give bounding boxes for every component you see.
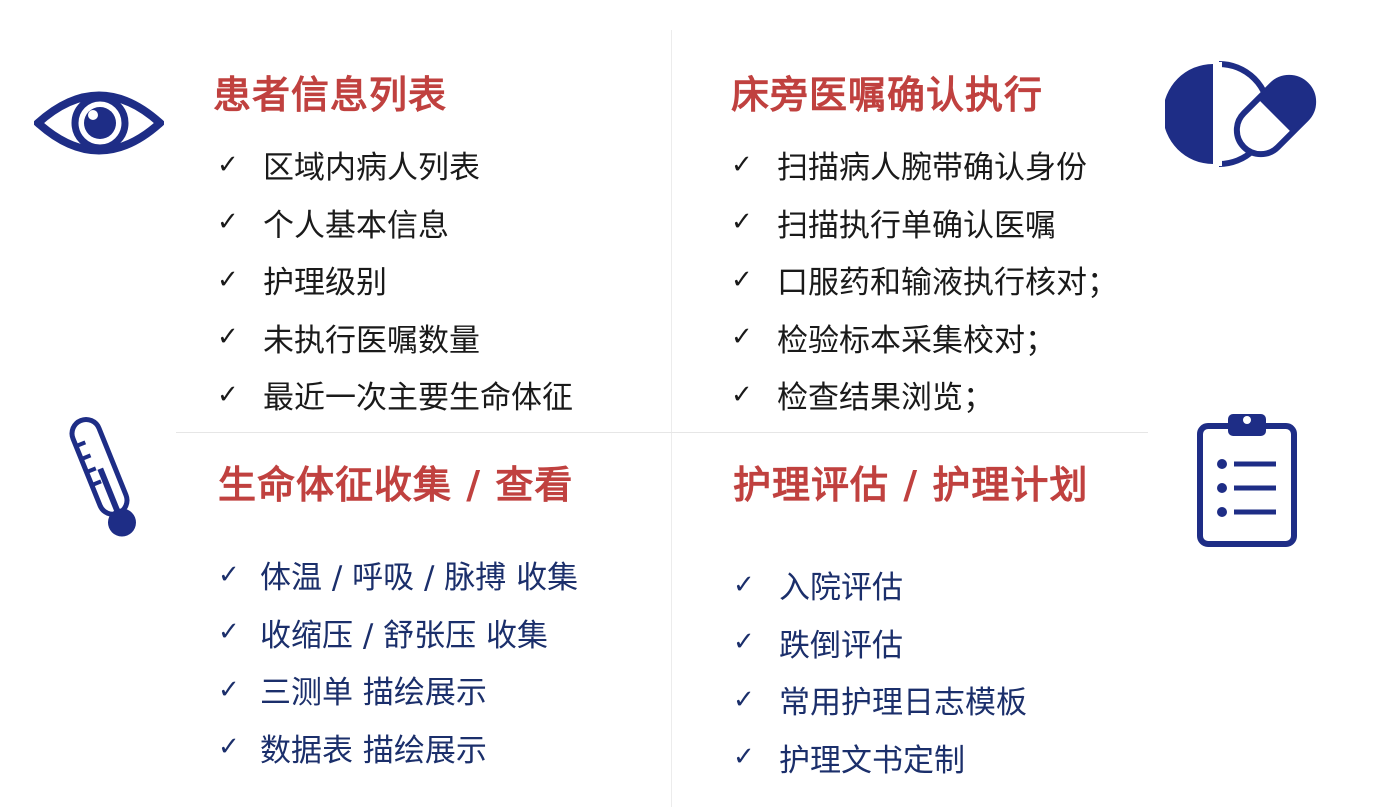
section-title: 患者信息列表 [213,73,448,117]
thermometer-icon [69,416,136,537]
list-item: ✓ 扫描病人腕带确认身份 [731,149,1087,187]
check-icon: ✓ [218,732,240,763]
check-icon: ✓ [218,617,240,648]
check-icon: ✓ [217,379,239,410]
list-item: ✓ 体温 / 呼吸 / 脉搏 收集 [218,559,579,597]
check-icon: ✓ [218,674,240,705]
check-icon: ✓ [733,569,755,600]
check-icon: ✓ [218,559,240,590]
check-icon: ✓ [217,207,239,238]
feature-list: ✓ 入院评估 ✓ 跌倒评估 ✓ 常用护理日志模板 ✓ 护理文书定制 [733,556,1088,786]
list-item: ✓ 入院评估 [733,569,903,607]
check-icon: ✓ [731,322,753,353]
patient-info-section: 患者信息列表 ✓ 区域内病人列表 ✓ 个人基本信息 ✓ 护理级别 ✓ 未执行医嘱数量 ✓… [213,72,573,424]
list-item: ✓ 检查结果浏览； [731,379,994,417]
list-item: ✓ 区域内病人列表 [217,149,480,187]
bedside-orders-section: 床旁医嘱确认执行 ✓ 扫描病人腕带确认身份 ✓ 扫描执行单确认医嘱 ✓ 口服药和输液执… [731,72,1118,424]
check-icon: ✓ [217,149,239,180]
list-item: ✓ 三测单 描绘展示 [218,674,487,712]
vital-signs-section: 生命体征收集 / 查看 ✓ 体温 / 呼吸 / 脉搏 收集 ✓ 收缩压 / 舒张压 … [218,462,578,776]
list-item: ✓ 最近一次主要生命体征 [217,379,573,417]
check-icon: ✓ [731,379,753,410]
check-icon: ✓ [733,627,755,658]
check-icon: ✓ [731,207,753,238]
list-item: ✓ 护理级别 [217,264,387,302]
vertical-divider [671,30,672,807]
check-icon: ✓ [217,264,239,295]
check-icon: ✓ [733,742,755,773]
list-item: ✓ 检验标本采集校对； [731,322,1056,359]
list-item: ✓ 数据表 描绘展示 [218,732,487,769]
list-item: ✓ 收缩压 / 舒张压 收集 [218,617,549,654]
list-item: ✓ 扫描执行单确认医嘱 [731,207,1056,244]
list-item: ✓ 未执行医嘱数量 [217,322,480,359]
horizontal-divider [176,432,1148,433]
check-icon: ✓ [217,322,239,353]
list-item: ✓ 跌倒评估 [733,627,903,664]
clipboard-checklist-icon [1197,414,1297,547]
pill-capsule-icon [1165,61,1317,167]
list-item: ✓ 常用护理日志模板 [733,684,1027,722]
nursing-assessment-section: 护理评估 / 护理计划 ✓ 入院评估 ✓ 跌倒评估 ✓ 常用护理日志模板 ✓ 护理文书定… [733,462,1088,786]
section-title: 生命体征收集 / 查看 [218,463,574,507]
check-icon: ✓ [731,149,753,180]
check-icon: ✓ [733,684,755,715]
feature-list: ✓ 体温 / 呼吸 / 脉搏 收集 ✓ 收缩压 / 舒张压 收集 ✓ 三测单 描绘展示… [218,546,578,776]
feature-list: ✓ 区域内病人列表 ✓ 个人基本信息 ✓ 护理级别 ✓ 未执行医嘱数量 ✓ 最近一次主要生… [213,136,573,424]
list-item: ✓ 个人基本信息 [217,207,449,244]
feature-list: ✓ 扫描病人腕带确认身份 ✓ 扫描执行单确认医嘱 ✓ 口服药和输液执行核对； ✓ 检验标… [731,136,1118,424]
list-item: ✓ 护理文书定制 [733,742,965,779]
eye-icon [34,91,164,155]
list-item: ✓ 口服药和输液执行核对； [731,264,1118,302]
check-icon: ✓ [731,264,753,295]
section-title: 护理评估 / 护理计划 [733,463,1089,507]
section-title: 床旁医嘱确认执行 [731,73,1044,117]
